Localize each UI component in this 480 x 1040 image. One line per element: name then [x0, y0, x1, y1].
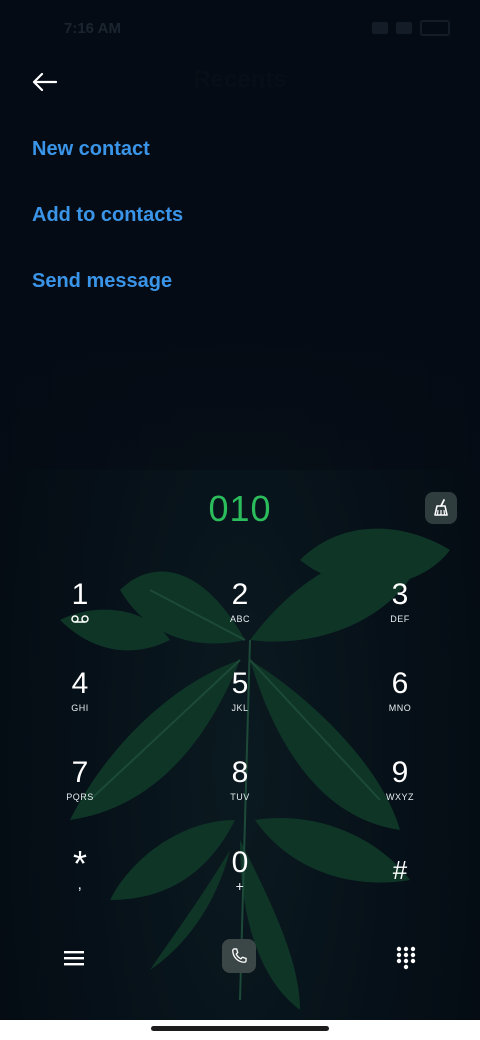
- key-digit: 6: [391, 667, 409, 700]
- system-nav-bar: [0, 1020, 480, 1040]
- key-digit: 8: [231, 756, 249, 789]
- clear-button[interactable]: [425, 492, 457, 524]
- key-letters: TUV: [230, 792, 250, 802]
- broom-icon: [434, 499, 448, 516]
- key-digit: 1: [71, 578, 89, 611]
- dialed-number: 010: [208, 488, 272, 529]
- wifi-icon: [396, 22, 412, 34]
- key-star[interactable]: * ,: [20, 846, 140, 926]
- key-letters: PQRS: [66, 792, 94, 802]
- key-letters: JKL: [231, 703, 249, 713]
- key-0[interactable]: 0 +: [180, 846, 300, 926]
- key-digit: 2: [231, 578, 249, 611]
- key-letters: WXYZ: [386, 792, 414, 802]
- key-hash[interactable]: #: [340, 853, 460, 933]
- key-letters: GHI: [71, 703, 89, 713]
- key-3[interactable]: 3 DEF: [340, 578, 460, 658]
- key-4[interactable]: 4 GHI: [20, 667, 140, 747]
- key-digit: #: [392, 855, 408, 885]
- battery-icon: [420, 20, 450, 36]
- action-list: New contact Add to contacts Send message: [32, 136, 183, 334]
- key-digit: 5: [231, 667, 249, 700]
- menu-button[interactable]: [56, 940, 92, 976]
- add-to-contacts-link[interactable]: Add to contacts: [32, 202, 183, 268]
- dialpad-icon: [396, 946, 416, 970]
- key-letters: DEF: [390, 614, 410, 624]
- key-letters: ,: [77, 876, 83, 893]
- key-digit: 0: [231, 846, 249, 879]
- key-letters: +: [235, 878, 245, 894]
- send-message-link[interactable]: Send message: [32, 268, 183, 334]
- key-digit: 3: [391, 578, 409, 611]
- key-7[interactable]: 7 PQRS: [20, 756, 140, 836]
- key-8[interactable]: 8 TUV: [180, 756, 300, 836]
- menu-icon: [64, 951, 84, 966]
- key-letters: ABC: [229, 614, 250, 624]
- phone-icon: [232, 948, 247, 963]
- status-time: 7:16 AM: [64, 20, 121, 37]
- key-digit: 4: [71, 667, 89, 700]
- dialer-bottom-bar: [0, 936, 480, 978]
- key-5[interactable]: 5 JKL: [180, 667, 300, 747]
- page-title: Recents: [193, 66, 287, 93]
- key-9[interactable]: 9 WXYZ: [340, 756, 460, 836]
- call-button[interactable]: [222, 939, 256, 973]
- key-2[interactable]: 2 ABC: [180, 578, 300, 658]
- key-1[interactable]: 1: [20, 578, 140, 658]
- signal-icon: [372, 22, 388, 34]
- status-bar: 7:16 AM: [0, 0, 480, 56]
- key-digit: 7: [71, 756, 89, 789]
- key-6[interactable]: 6 MNO: [340, 667, 460, 747]
- key-letters: MNO: [388, 703, 412, 713]
- status-icons: [372, 20, 450, 36]
- new-contact-link[interactable]: New contact: [32, 136, 183, 202]
- key-digit: 9: [391, 756, 409, 789]
- home-indicator[interactable]: [151, 1026, 329, 1031]
- dialpad-toggle-button[interactable]: [388, 940, 424, 976]
- voicemail-icon: [20, 614, 140, 626]
